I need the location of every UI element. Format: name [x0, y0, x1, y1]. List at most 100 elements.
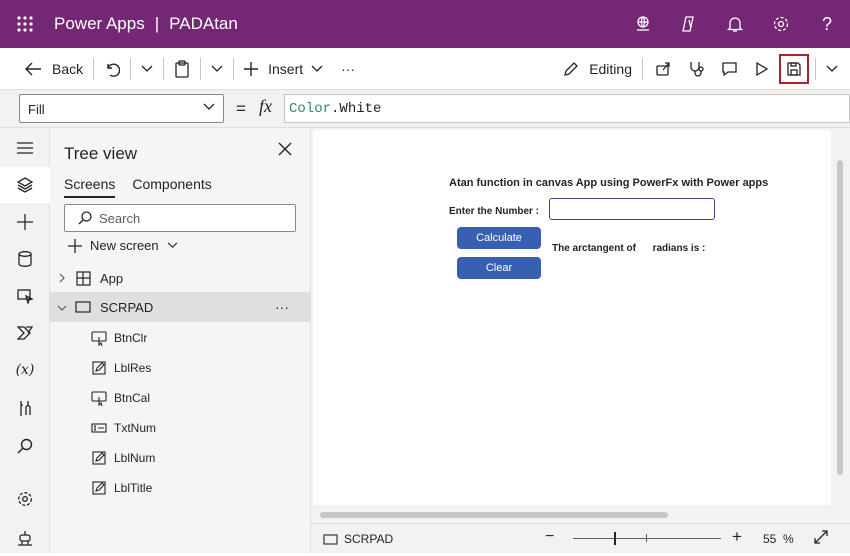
- preview-button[interactable]: [746, 53, 777, 85]
- zoom-unit: %: [783, 532, 794, 546]
- tree-child-item[interactable]: LblTitle: [90, 473, 152, 503]
- tree-item-screen[interactable]: SCRPAD ···: [50, 292, 311, 322]
- data-icon[interactable]: [0, 241, 50, 277]
- search-icon: [78, 211, 92, 225]
- back-button[interactable]: Back: [18, 53, 89, 85]
- app-checker-button[interactable]: [680, 53, 713, 85]
- divider: [130, 57, 132, 80]
- screen-more-button[interactable]: ···: [275, 299, 289, 315]
- gear-icon[interactable]: [758, 0, 804, 48]
- settings-icon[interactable]: [0, 481, 50, 517]
- power-automate-icon[interactable]: [0, 315, 50, 351]
- virtual-agent-icon[interactable]: [0, 520, 50, 556]
- share-icon: [656, 62, 670, 76]
- waffle-icon[interactable]: [0, 0, 50, 48]
- canvas-number-label[interactable]: Enter the Number :: [449, 206, 539, 217]
- property-value: Fill: [28, 102, 45, 117]
- fx-icon[interactable]: fx: [259, 96, 272, 117]
- insert-icon[interactable]: [0, 204, 50, 240]
- share-button[interactable]: [647, 53, 680, 85]
- title-separator: |: [154, 14, 160, 33]
- chevron-down-icon: [203, 103, 215, 110]
- undo-button[interactable]: [98, 53, 126, 85]
- chevron-down-icon: [211, 65, 223, 72]
- label-icon: [90, 481, 108, 495]
- app-icon: [72, 270, 94, 286]
- zoom-value: 55: [763, 532, 777, 546]
- zoom-out-button[interactable]: −: [545, 528, 554, 546]
- undo-dropdown[interactable]: [135, 53, 159, 85]
- undo-icon: [107, 63, 121, 77]
- canvas-title-label[interactable]: Atan function in canvas App using PowerF…: [449, 177, 768, 189]
- formula-object: Color: [289, 101, 332, 117]
- tree-tabs: Screens Components: [64, 176, 229, 198]
- tab-components[interactable]: Components: [132, 176, 211, 198]
- divider: [93, 57, 95, 80]
- command-bar: Back Insert ··· Editing: [0, 48, 850, 90]
- title-bar: Power Apps | PADAtan ?: [0, 0, 850, 48]
- new-screen-button[interactable]: New screen: [68, 238, 178, 253]
- canvas-result-label[interactable]: The arctangent of radians is :: [552, 243, 705, 254]
- tree-item-app[interactable]: App: [50, 263, 311, 293]
- new-screen-label: New screen: [90, 238, 159, 253]
- screen-icon: [72, 301, 94, 313]
- app-name[interactable]: Power Apps: [54, 14, 145, 34]
- paste-button[interactable]: [168, 53, 196, 85]
- zoom-slider-track[interactable]: [573, 538, 721, 539]
- tree-search-input[interactable]: Search: [64, 204, 296, 232]
- formula-input[interactable]: Color.White: [284, 94, 850, 123]
- tree-child-item[interactable]: BtnClr: [90, 323, 147, 353]
- fit-to-window-icon[interactable]: [813, 529, 829, 548]
- tab-screens[interactable]: Screens: [64, 176, 116, 198]
- copilot-icon[interactable]: [666, 0, 712, 48]
- advanced-tools-icon[interactable]: [0, 390, 50, 426]
- status-screen-name: SCRPAD: [344, 532, 394, 546]
- canvas-clear-button[interactable]: Clear: [457, 257, 541, 279]
- tree-child-item[interactable]: TxtNum: [90, 413, 156, 443]
- editing-button[interactable]: Editing: [557, 53, 638, 85]
- hamburger-icon[interactable]: [0, 130, 50, 166]
- chevron-right-icon[interactable]: [52, 271, 72, 286]
- canvas-vertical-scrollbar[interactable]: [837, 160, 843, 475]
- tree-child-item[interactable]: BtnCal: [90, 383, 150, 413]
- close-icon[interactable]: [278, 142, 292, 161]
- canvas-calculate-button[interactable]: Calculate: [457, 227, 541, 249]
- label-icon: [90, 451, 108, 465]
- help-icon[interactable]: ?: [804, 0, 850, 48]
- save-button[interactable]: [777, 53, 811, 85]
- arrow-left-icon: [25, 62, 41, 75]
- tree-item-label: App: [100, 270, 124, 286]
- bell-icon[interactable]: [712, 0, 758, 48]
- tree-child-item[interactable]: LblNum: [90, 443, 155, 473]
- environment-icon[interactable]: [620, 0, 666, 48]
- media-icon[interactable]: [0, 278, 50, 314]
- more-label: ···: [341, 60, 356, 77]
- tree-item-label: SCRPAD: [100, 299, 154, 315]
- variables-icon[interactable]: (𝑥): [0, 352, 50, 388]
- chevron-down-icon[interactable]: [52, 300, 72, 315]
- status-bar: SCRPAD − + 55 %: [311, 523, 850, 553]
- search-placeholder: Search: [99, 211, 141, 226]
- tree-view-panel: Tree view Screens Components Search New …: [50, 128, 311, 553]
- paste-dropdown[interactable]: [205, 53, 229, 85]
- search-icon[interactable]: [0, 428, 50, 464]
- more-button[interactable]: ···: [335, 53, 361, 85]
- zoom-in-button[interactable]: +: [732, 527, 742, 547]
- tree-child-item[interactable]: LblRes: [90, 353, 151, 383]
- formula-bar: Fill = fx Color.White: [0, 90, 850, 128]
- insert-button[interactable]: Insert: [238, 53, 329, 85]
- status-screen-selector[interactable]: SCRPAD: [323, 532, 393, 546]
- back-label: Back: [52, 60, 84, 77]
- canvas-number-input[interactable]: [549, 198, 715, 220]
- tree-view-icon[interactable]: [0, 167, 50, 203]
- zoom-slider-thumb[interactable]: [614, 532, 616, 545]
- tree-child-label: BtnCal: [114, 391, 151, 405]
- insert-label: Insert: [268, 60, 304, 77]
- save-dropdown[interactable]: [820, 53, 844, 85]
- property-dropdown[interactable]: Fill: [19, 94, 224, 123]
- canvas-horizontal-scrollbar[interactable]: [320, 512, 668, 518]
- app-screen-canvas[interactable]: Atan function in canvas App using PowerF…: [313, 130, 831, 505]
- screen-icon: [323, 533, 338, 545]
- app-title: PADAtan: [169, 14, 238, 33]
- comments-button[interactable]: [713, 53, 746, 85]
